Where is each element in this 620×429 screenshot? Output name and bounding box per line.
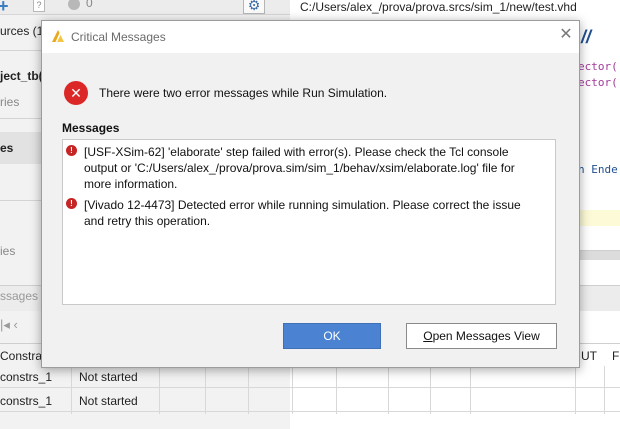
message-line: [Vivado 12-4473] Detected error while ru… <box>84 198 521 212</box>
column-divider <box>575 366 576 414</box>
column-header-ut[interactable]: UT <box>581 349 597 363</box>
status-dot-icon <box>68 0 80 10</box>
dialog-title-bar[interactable]: Critical Messages ✕ <box>42 21 579 53</box>
message-line: [USF-XSim-62] 'elaborate' step failed wi… <box>84 145 509 159</box>
dialog-title: Critical Messages <box>71 30 166 44</box>
error-headline: There were two error messages while Run … <box>99 86 388 100</box>
help-icon[interactable]: ? <box>33 0 45 12</box>
message-line: more information. <box>84 177 178 191</box>
nav-first-icon[interactable]: |◂ ‹ <box>0 317 18 333</box>
ok-button[interactable]: OK <box>283 323 381 349</box>
testbench-item[interactable]: ject_tb( <box>0 69 43 83</box>
mnemonic-letter: O <box>423 329 433 343</box>
column-divider <box>159 366 160 414</box>
properties-tab[interactable]: ies <box>0 244 15 258</box>
column-divider <box>248 366 249 414</box>
vivado-logo-icon <box>52 30 64 42</box>
critical-messages-dialog: Critical Messages ✕ ✕ There were two err… <box>41 20 580 368</box>
gear-icon[interactable]: ⚙ <box>243 0 265 14</box>
button-label: pen Messages View <box>432 329 540 343</box>
message-line: and retry this operation. <box>84 214 211 228</box>
column-divider <box>388 366 389 414</box>
code-line: n Ende <box>578 163 618 176</box>
cell-status: Not started <box>79 394 138 408</box>
error-bullet-icon: ! <box>66 198 77 209</box>
editor-scrollbar[interactable] <box>578 250 620 260</box>
column-divider <box>336 366 337 414</box>
error-icon: ✕ <box>64 81 88 105</box>
current-line-highlight <box>578 210 620 226</box>
column-divider <box>292 366 293 414</box>
column-divider <box>430 366 431 414</box>
sources-label: urces (1 <box>0 24 44 38</box>
column-header-constraints[interactable]: Constra <box>0 349 42 363</box>
properties-label: es <box>0 141 14 155</box>
close-icon[interactable]: ✕ <box>556 25 576 45</box>
comment-slashes: // <box>581 27 592 47</box>
column-divider <box>71 366 72 414</box>
cell-status: Not started <box>79 370 138 384</box>
code-line: ector( <box>578 76 618 89</box>
column-divider <box>604 366 605 414</box>
column-divider <box>205 366 206 414</box>
table-row[interactable]: constrs_1 Not started <box>0 390 620 412</box>
plus-icon[interactable]: + <box>0 0 9 17</box>
messages-list[interactable]: ! [USF-XSim-62] 'elaborate' step failed … <box>62 139 556 305</box>
hierarchy-tab[interactable]: ries <box>0 95 19 109</box>
message-line: output or 'C:/Users/alex_/prova/prova.si… <box>84 161 515 175</box>
sources-toolbar: + ? 0 ⚙ <box>0 0 290 17</box>
messages-label: Messages <box>62 121 120 135</box>
editor-file-path: C:/Users/alex_/prova/prova.srcs/sim_1/ne… <box>300 0 577 14</box>
open-messages-view-button[interactable]: Open Messages View <box>406 323 557 349</box>
column-header-f[interactable]: F <box>612 349 619 363</box>
code-line: ector( <box>578 60 618 73</box>
table-row[interactable]: constrs_1 Not started <box>0 366 620 388</box>
status-count: 0 <box>86 0 93 10</box>
cell-constraints: constrs_1 <box>0 394 53 408</box>
cell-constraints: constrs_1 <box>0 370 53 384</box>
error-bullet-icon: ! <box>66 145 77 156</box>
messages-tab[interactable]: ssages <box>0 289 38 303</box>
column-divider <box>470 366 471 414</box>
